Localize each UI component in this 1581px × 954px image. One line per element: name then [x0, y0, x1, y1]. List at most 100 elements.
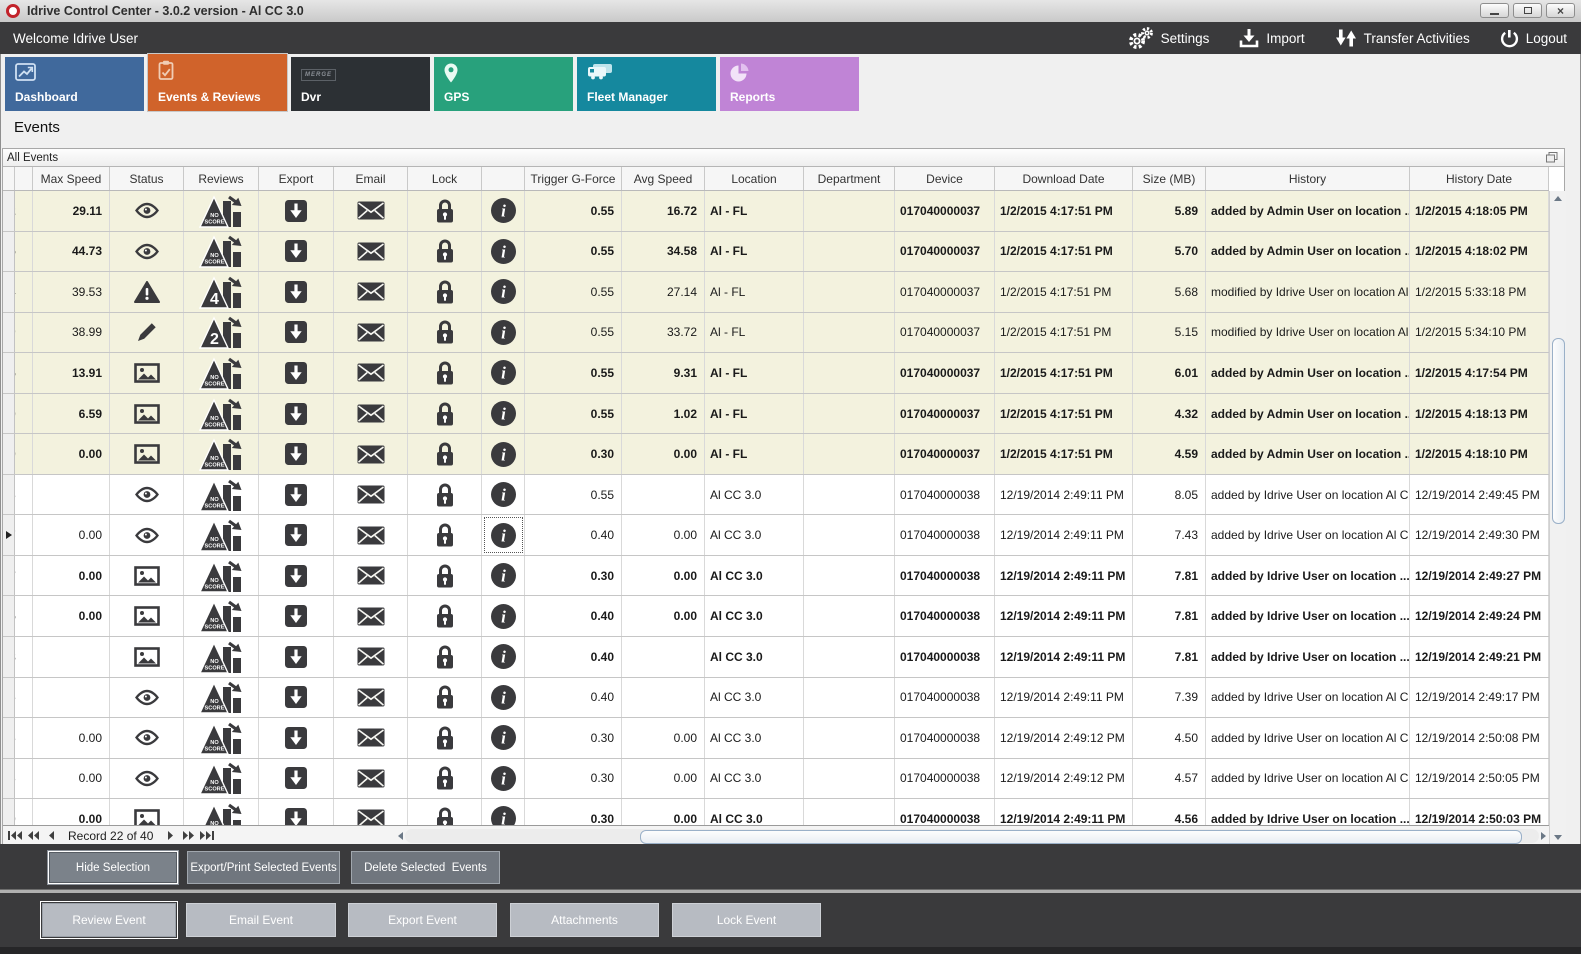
cell-export[interactable]: [259, 272, 334, 312]
cell-lock[interactable]: [408, 718, 482, 758]
cell-reviews[interactable]: NOSCORE: [184, 759, 259, 799]
cell-export[interactable]: [259, 353, 334, 393]
cell-lock[interactable]: [408, 475, 482, 515]
cell-email[interactable]: [334, 272, 408, 312]
column-header-device[interactable]: Device: [895, 167, 995, 190]
cell-email[interactable]: [334, 232, 408, 272]
vertical-scrollbar-thumb[interactable]: [1552, 338, 1565, 524]
table-row[interactable]: 5NOSCOREi0.55Al CC 3.001704000003812/19/…: [3, 475, 1549, 516]
cell-reviews[interactable]: NOSCORE: [184, 799, 259, 825]
table-row[interactable]: 00.00NOSCOREi0.300.00Al - FL017040000037…: [3, 434, 1549, 475]
cell-export[interactable]: [259, 313, 334, 353]
cell-email[interactable]: [334, 515, 408, 555]
cell-email[interactable]: [334, 596, 408, 636]
cell-info[interactable]: i: [482, 556, 525, 596]
cell-lock[interactable]: [408, 596, 482, 636]
review-event-button[interactable]: Review Event: [42, 903, 176, 937]
column-header-history[interactable]: History: [1206, 167, 1410, 190]
cell-info[interactable]: i: [482, 637, 525, 677]
cell-export[interactable]: [259, 515, 334, 555]
table-row[interactable]: 513.91NOSCOREi0.559.31Al - FL01704000003…: [3, 353, 1549, 394]
cell-export[interactable]: [259, 191, 334, 231]
column-header-reviews[interactable]: Reviews: [184, 167, 259, 190]
column-header-location[interactable]: Location: [705, 167, 804, 190]
table-row[interactable]: 80.00NOSCOREi0.300.00Al CC 3.00170400000…: [3, 759, 1549, 800]
next-record-button[interactable]: [161, 827, 179, 845]
cell-email[interactable]: [334, 637, 408, 677]
cell-info[interactable]: i: [482, 272, 525, 312]
table-row[interactable]: 50.00NOSCOREi0.400.00Al CC 3.00170400000…: [3, 596, 1549, 637]
cell-export[interactable]: [259, 759, 334, 799]
first-record-button[interactable]: [6, 827, 24, 845]
cell-reviews[interactable]: NOSCORE: [184, 353, 259, 393]
email-event-button[interactable]: Email Event: [186, 903, 336, 937]
cell-lock[interactable]: [408, 232, 482, 272]
cell-info[interactable]: i: [482, 475, 525, 515]
cell-lock[interactable]: [408, 434, 482, 474]
cell-email[interactable]: [334, 313, 408, 353]
cell-export[interactable]: [259, 637, 334, 677]
cell-lock[interactable]: [408, 637, 482, 677]
cell-lock[interactable]: [408, 759, 482, 799]
cell-email[interactable]: [334, 394, 408, 434]
menu-settings[interactable]: Settings: [1126, 26, 1210, 51]
cell-email[interactable]: [334, 556, 408, 596]
close-button[interactable]: ×: [1546, 3, 1575, 18]
cell-email[interactable]: [334, 759, 408, 799]
cell-info[interactable]: i: [482, 718, 525, 758]
maximize-button[interactable]: [1513, 3, 1542, 18]
cell-reviews[interactable]: NOSCORE: [184, 596, 259, 636]
table-row[interactable]: 70.00NOSCOREi0.300.00Al CC 3.00170400000…: [3, 556, 1549, 597]
cell-reviews[interactable]: NOSCORE: [184, 637, 259, 677]
column-header-export[interactable]: Export: [259, 167, 334, 190]
cell-reviews[interactable]: 4: [184, 272, 259, 312]
cell-info[interactable]: i: [482, 394, 525, 434]
menu-import[interactable]: Import: [1239, 28, 1304, 48]
column-header-download_date[interactable]: Download Date: [995, 167, 1133, 190]
horizontal-scrollbar[interactable]: [398, 827, 1549, 845]
column-header-email[interactable]: Email: [334, 167, 408, 190]
table-row[interactable]: 229.11NOSCOREi0.5516.72Al - FL0170400000…: [3, 191, 1549, 232]
column-header-history_date[interactable]: History Date: [1410, 167, 1549, 190]
cell-export[interactable]: [259, 556, 334, 596]
tab-events-reviews[interactable]: Events & Reviews: [148, 54, 287, 111]
cell-reviews[interactable]: NOSCORE: [184, 232, 259, 272]
scroll-right-icon[interactable]: [1541, 832, 1546, 840]
delete-selected-events-button[interactable]: Delete Selected Events: [351, 851, 500, 884]
cell-lock[interactable]: [408, 556, 482, 596]
tab-reports[interactable]: Reports: [720, 57, 859, 111]
cell-reviews[interactable]: NOSCORE: [184, 678, 259, 718]
cell-reviews[interactable]: NOSCORE: [184, 394, 259, 434]
table-row[interactable]: 439.534i0.5527.14Al - FL0170400000371/2/…: [3, 272, 1549, 313]
menu-transfer-activities[interactable]: Transfer Activities: [1335, 28, 1470, 48]
cell-info[interactable]: i: [482, 313, 525, 353]
cell-info[interactable]: i: [482, 434, 525, 474]
cell-export[interactable]: [259, 475, 334, 515]
cell-lock[interactable]: [408, 394, 482, 434]
cell-export[interactable]: [259, 394, 334, 434]
cell-reviews[interactable]: 2: [184, 313, 259, 353]
cell-info[interactable]: i: [482, 596, 525, 636]
prev-record-button[interactable]: [42, 827, 60, 845]
cell-info[interactable]: i: [482, 759, 525, 799]
vertical-scrollbar[interactable]: [1549, 191, 1566, 845]
column-header-max_speed[interactable]: Max Speed: [33, 167, 110, 190]
cell-export[interactable]: [259, 799, 334, 825]
restore-panel-icon[interactable]: [1546, 152, 1558, 166]
cell-export[interactable]: [259, 596, 334, 636]
prev-page-button[interactable]: [24, 827, 42, 845]
table-row[interactable]: 8NOSCOREi0.40Al CC 3.001704000003812/19/…: [3, 637, 1549, 678]
hide-selection-button[interactable]: Hide Selection: [48, 851, 178, 884]
cell-info[interactable]: i: [482, 353, 525, 393]
column-header-gforce[interactable]: Trigger G-Force: [525, 167, 622, 190]
table-row[interactable]: 06.59NOSCOREi0.551.02Al - FL017040000037…: [3, 394, 1549, 435]
cell-info[interactable]: i: [482, 191, 525, 231]
table-row[interactable]: 5NOSCOREi0.40Al CC 3.001704000003812/19/…: [3, 678, 1549, 719]
table-row[interactable]: 00.00NOSCOREi0.300.00Al CC 3.00170400000…: [3, 799, 1549, 825]
next-page-button[interactable]: [179, 827, 197, 845]
lock-event-button[interactable]: Lock Event: [672, 903, 821, 937]
cell-lock[interactable]: [408, 313, 482, 353]
column-header-lock[interactable]: Lock: [408, 167, 482, 190]
export-print-selected-events-button[interactable]: Export/Print Selected Events: [187, 851, 340, 884]
cell-lock[interactable]: [408, 191, 482, 231]
